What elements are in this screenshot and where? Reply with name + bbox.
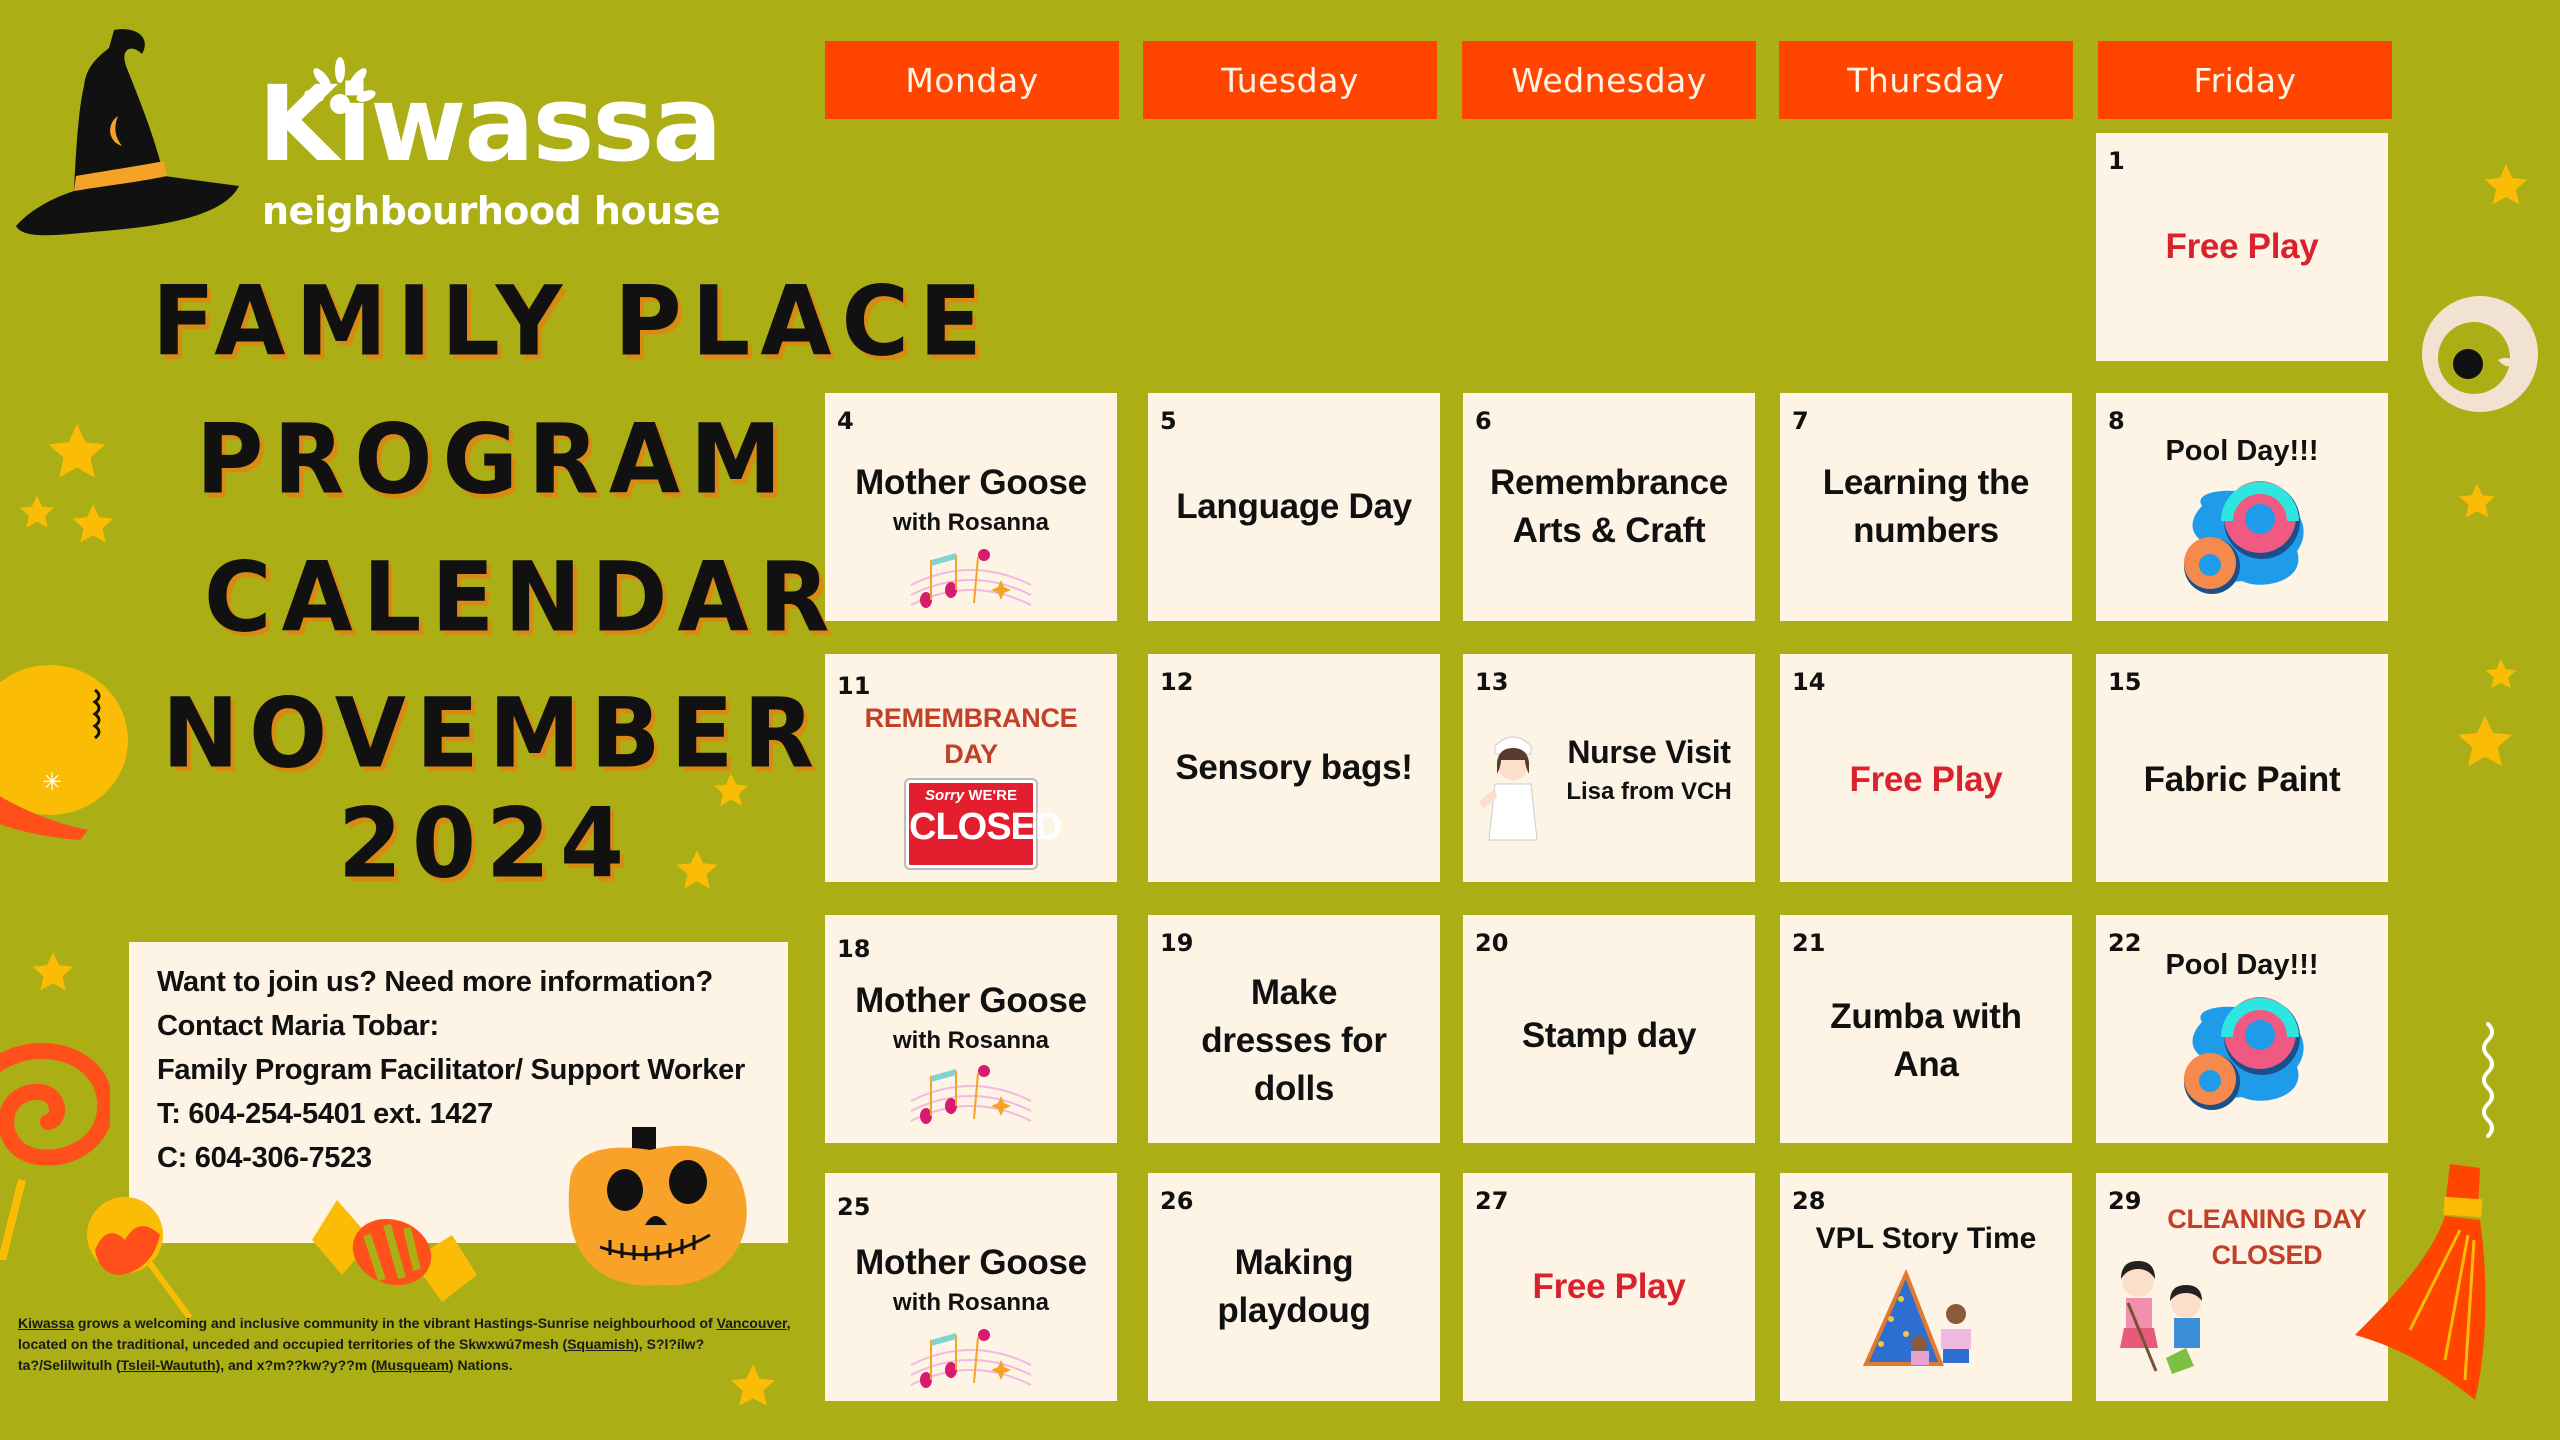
calendar-day-6[interactable]: 6 Remembrance Arts & Craft [1463,393,1755,621]
title-line-year: 2024 [338,787,635,900]
tsleil-waututh-link[interactable]: Tsleil-Waututh [121,1357,216,1373]
event-title: Make dresses for dolls [1201,973,1387,1108]
music-notes-icon [910,1065,1032,1124]
calendar-day-22[interactable]: 22 Pool Day!!! [2096,915,2388,1143]
sign-closed: CLOSED [909,806,1062,848]
calendar-day-7[interactable]: 7 Learning the numbers [1780,393,2072,621]
candy-apple-icon [87,1197,193,1320]
calendar-day-8[interactable]: 8 Pool Day!!! [2096,393,2388,621]
event-title: Making playdoug [1217,1243,1371,1330]
event-title: Pool Day!!! [2165,949,2319,981]
weekday-header-wednesday: Wednesday [1462,41,1756,119]
land-acknowledgement: Kiwassa grows a welcoming and inclusive … [18,1315,791,1373]
music-notes-icon [910,549,1032,608]
pumpkin-icon [568,1127,747,1286]
contact-role: Family Program Facilitator/ Support Work… [157,1054,745,1086]
broom-icon [2355,1164,2486,1400]
weekday-header-friday: Friday [2098,41,2392,119]
event-subtitle: Lisa from VCH [1566,778,1732,805]
event-title: Mother Goose [855,1243,1087,1282]
calendar-day-1[interactable]: 1 Free Play [2096,133,2388,361]
star-icon [2484,164,2528,205]
wrapped-candy-icon [312,1200,477,1302]
calendar-day-21[interactable]: 21 Zumba with Ana [1780,915,2072,1143]
calendar-day-19[interactable]: 19 Make dresses for dolls [1148,915,1440,1143]
star-icon [72,504,114,543]
title-line-family-place: FAMILY PLACE [152,265,992,378]
musqueam-link[interactable]: Musqueam [376,1357,449,1373]
eyeball-icon [2422,296,2538,412]
calendar-day-27[interactable]: 27 Free Play [1463,1173,1755,1401]
squamish-link[interactable]: Squamish [567,1336,634,1352]
kids-cleaning-icon [2120,1261,2202,1374]
event-title: Free Play [2165,227,2319,266]
swim-rings-icon [2184,997,2304,1110]
event-title: Nurse Visit [1567,734,1731,770]
sign-sorry: Sorry [925,787,965,804]
event-title: Sensory bags! [1175,748,1413,787]
star-icon [19,495,55,528]
event-title: Free Play [1849,760,2003,799]
calendar-day-14[interactable]: 14 Free Play [1780,654,2072,882]
calendar-day-28[interactable]: 28 VPL Story Time [1780,1173,2072,1401]
music-notes-icon [910,1329,1032,1388]
title-line-program: PROGRAM [196,403,792,516]
contact-prompt: Want to join us? Need more information? [157,966,713,998]
calendar-day-5[interactable]: 5 Language Day [1148,393,1440,621]
star-icon [32,952,74,991]
event-title: Mother Goose [855,981,1087,1020]
event-title: Zumba with Ana [1830,997,2022,1084]
event-title: Free Play [1532,1267,1686,1306]
star-icon [2485,659,2517,689]
calendar-day-15[interactable]: 15 Fabric Paint [2096,654,2388,882]
title-line-calendar: CALENDAR [204,541,840,654]
weekday-header-tuesday: Tuesday [1143,41,1437,119]
contact-phone[interactable]: T: 604-254-5401 ext. 1427 [157,1098,493,1131]
snow-globe-icon: ✳ [0,665,128,840]
contact-cell[interactable]: C: 604-306-7523 [157,1142,372,1175]
event-title: Remembrance Arts & Craft [1490,463,1728,550]
swim-rings-icon [2184,481,2304,594]
sign-were: WE'RE [968,787,1017,804]
squiggle-line-icon [2482,1022,2494,1138]
event-title: Learning the numbers [1822,463,2030,550]
event-title: REMEMBRANCE DAY [864,703,1078,769]
calendar-day-11[interactable]: 11 REMEMBRANCE DAY Sorry WE'RE CLOSED [825,654,1117,882]
day-number: 29 [2108,1187,2142,1215]
event-title: Fabric Paint [2143,760,2341,799]
story-tent-icon [1862,1269,1971,1366]
star-icon [2458,715,2512,767]
event-title: Stamp day [1521,1016,1697,1055]
title-line-month: NOVEMBER [162,677,825,790]
calendar-day-18[interactable]: 18 Mother Goose with Rosanna [825,915,1117,1143]
logo-name: Kiwassa [258,63,722,185]
closed-sign: Sorry WE'RE CLOSED [906,780,1062,868]
event-subtitle: with Rosanna [892,509,1049,536]
event-title: Language Day [1176,487,1412,526]
calendar-day-29[interactable]: 29 CLEANING DAY CLOSED [2096,1173,2388,1401]
calendar-day-20[interactable]: 20 Stamp day [1463,915,1755,1143]
calendar-day-13[interactable]: 13 Nurse Visit Lisa from VCH [1463,654,1755,882]
star-icon [48,423,106,478]
calendar-day-12[interactable]: 12 Sensory bags! [1148,654,1440,882]
event-subtitle: with Rosanna [892,1289,1049,1316]
event-title: Mother Goose [855,463,1087,502]
weekday-header-monday: Monday [825,41,1119,119]
calendar-day-25[interactable]: 25 Mother Goose with Rosanna [825,1173,1117,1401]
star-icon [676,850,718,889]
event-subtitle: with Rosanna [892,1027,1049,1054]
star-icon [2459,483,2495,518]
kiwassa-link[interactable]: Kiwassa [18,1315,74,1331]
calendar-day-26[interactable]: 26 Making playdoug [1148,1173,1440,1401]
logo-subtitle: neighbourhood house [262,189,721,233]
star-icon [713,773,749,806]
event-title: VPL Story Time [1815,1222,2037,1255]
contact-name: Contact Maria Tobar: [157,1010,439,1042]
calendar-day-4[interactable]: 4 Mother Goose with Rosanna [825,393,1117,621]
weekday-header-thursday: Thursday [1779,41,2073,119]
svg-text:✳: ✳ [42,768,62,796]
vancouver-link[interactable]: Vancouver [717,1315,787,1331]
event-title: Pool Day!!! [2165,435,2319,467]
witch-hat-icon [16,29,239,236]
